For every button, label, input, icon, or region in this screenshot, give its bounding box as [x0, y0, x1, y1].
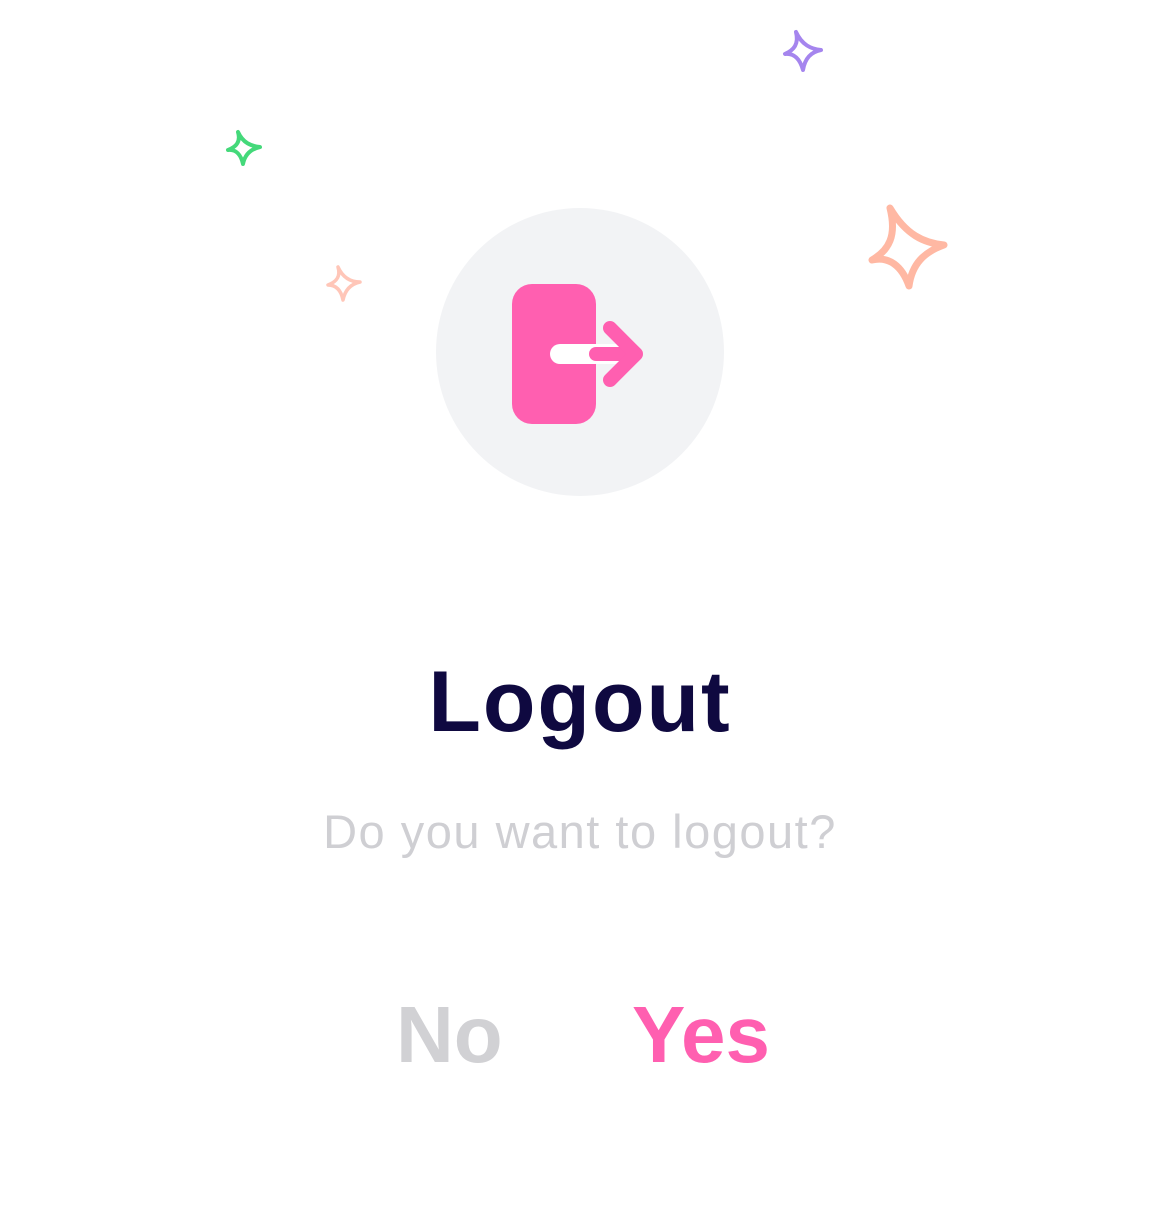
sparkle-peach-icon: [868, 204, 948, 290]
no-button[interactable]: No: [396, 990, 503, 1080]
sparkle-green-icon: [226, 130, 262, 166]
sparkle-purple-icon: [783, 30, 823, 72]
logout-icon: [512, 284, 643, 424]
dialog-message: Do you want to logout?: [323, 805, 837, 858]
logout-icon-circle: [436, 208, 724, 496]
yes-button[interactable]: Yes: [632, 990, 770, 1080]
dialog-title: Logout: [428, 654, 732, 750]
sparkle-light-peach-icon: [326, 265, 362, 302]
